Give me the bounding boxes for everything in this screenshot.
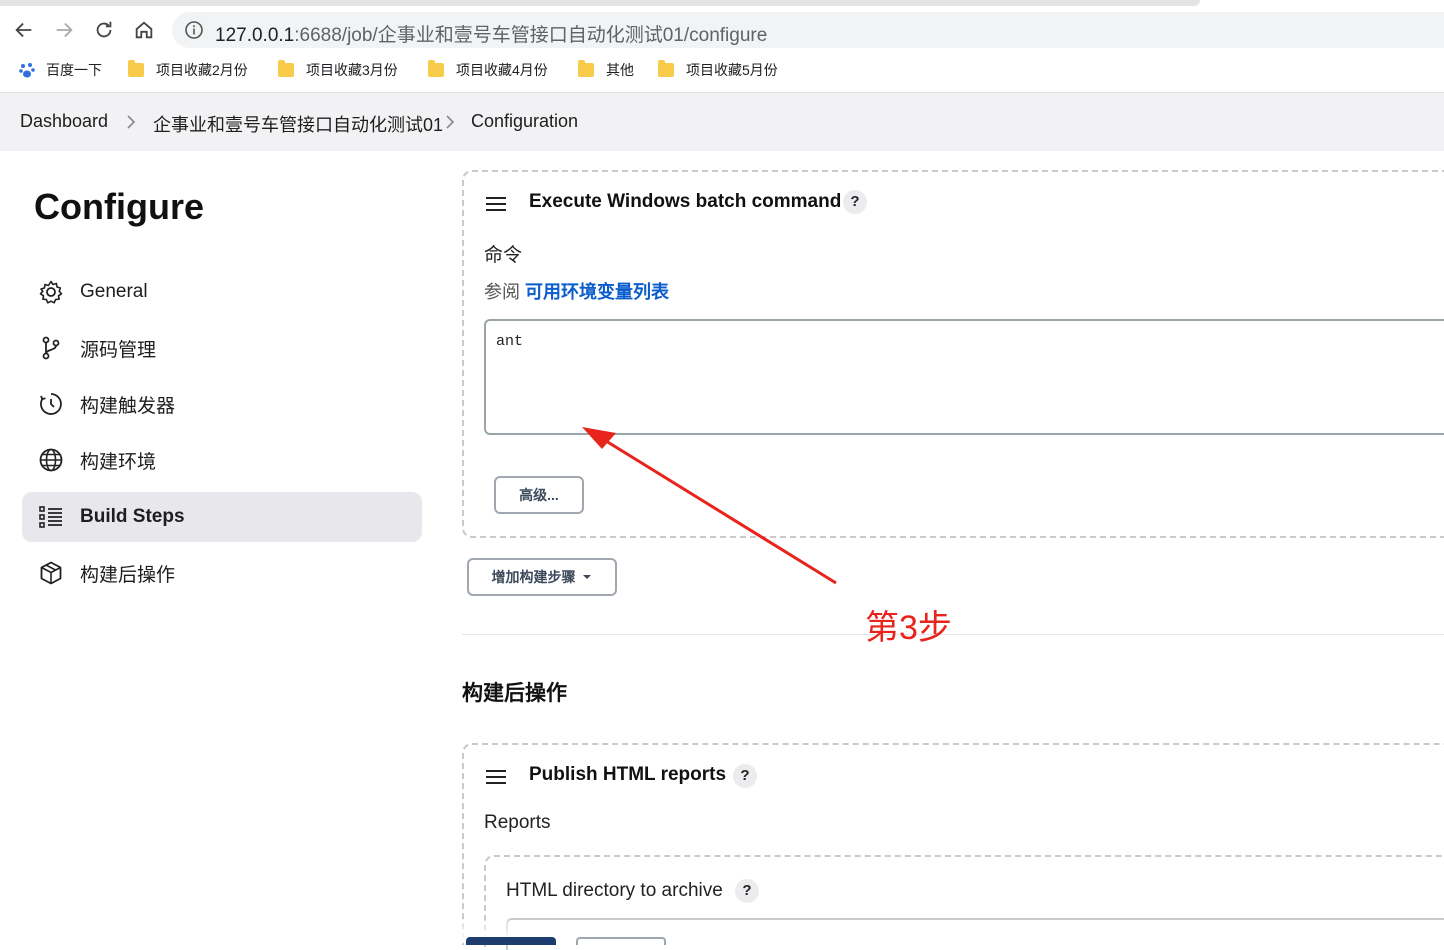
bookmarks-bar: 百度一下 项目收藏2月份 项目收藏3月份 项目收藏4月份 其他 项目收藏5月份 xyxy=(0,56,1444,86)
bookmark-folder[interactable]: 其他 xyxy=(578,60,634,80)
save-button[interactable] xyxy=(466,937,556,945)
reload-button[interactable] xyxy=(90,16,118,44)
globe-icon xyxy=(39,448,63,472)
html-directory-label: HTML directory to archive xyxy=(506,880,723,901)
back-button[interactable] xyxy=(10,16,38,44)
bookmark-folder[interactable]: 项目收藏4月份 xyxy=(428,60,548,80)
info-icon[interactable] xyxy=(184,20,204,40)
breadcrumb-dashboard[interactable]: Dashboard xyxy=(20,111,108,132)
post-build-section-title: 构建后操作 xyxy=(462,682,567,705)
branch-icon xyxy=(42,336,60,360)
timer-icon xyxy=(40,393,62,415)
bookmark-baidu[interactable]: 百度一下 xyxy=(18,60,102,80)
sidebar-item-build-environment[interactable]: 构建环境 xyxy=(22,435,422,485)
sidebar-item-post-build[interactable]: 构建后操作 xyxy=(22,548,422,598)
address-bar[interactable]: 127.0.0.1:6688/job/企事业和壹号车管接口自动化测试01/con… xyxy=(172,12,1444,48)
build-step-title: Execute Windows batch command xyxy=(529,191,842,212)
list-icon xyxy=(39,506,62,528)
apply-button[interactable] xyxy=(576,937,666,945)
page-title: Configure xyxy=(34,186,204,227)
reload-icon xyxy=(96,21,112,38)
tab-strip xyxy=(0,0,1200,6)
reports-label: Reports xyxy=(484,812,551,833)
folder-icon xyxy=(658,60,674,77)
help-icon[interactable]: ? xyxy=(843,190,867,214)
sidebar-item-source-control[interactable]: 源码管理 xyxy=(22,323,422,373)
folder-icon xyxy=(578,60,594,77)
drag-handle-icon[interactable] xyxy=(486,197,506,211)
url-text: 127.0.0.1:6688/job/企事业和壹号车管接口自动化测试01/con… xyxy=(215,25,768,46)
arrow-right-icon xyxy=(56,22,73,38)
annotation-label: 第3步 xyxy=(865,609,952,647)
chevron-right-icon xyxy=(446,115,455,129)
breadcrumb: Dashboard 企事业和壹号车管接口自动化测试01 Configuratio… xyxy=(0,92,1444,151)
home-button[interactable] xyxy=(130,16,158,44)
folder-icon xyxy=(428,60,444,77)
home-icon xyxy=(135,21,153,39)
publish-html-title: Publish HTML reports xyxy=(529,764,727,785)
command-textarea[interactable]: ant xyxy=(484,319,1444,435)
sidebar-item-build-steps[interactable]: Build Steps xyxy=(22,492,422,542)
gear-icon xyxy=(39,280,63,304)
forward-button[interactable] xyxy=(50,16,78,44)
sidebar-item-general[interactable]: General xyxy=(22,267,422,317)
bookmark-folder[interactable]: 项目收藏3月份 xyxy=(278,60,398,80)
package-icon xyxy=(40,561,62,585)
baidu-paw-icon xyxy=(19,63,35,78)
env-vars-link[interactable]: 可用环境变量列表 xyxy=(525,282,669,302)
drag-handle-icon[interactable] xyxy=(486,770,506,784)
caret-down-icon xyxy=(582,575,591,579)
add-build-step-button[interactable]: 增加构建步骤 xyxy=(467,558,617,596)
command-value: ant xyxy=(496,333,524,350)
bookmark-folder[interactable]: 项目收藏5月份 xyxy=(658,60,778,80)
breadcrumb-job[interactable]: 企事业和壹号车管接口自动化测试01 xyxy=(153,111,443,137)
browser-toolbar: 127.0.0.1:6688/job/企事业和壹号车管接口自动化测试01/con… xyxy=(0,8,1444,52)
help-icon[interactable]: ? xyxy=(733,764,757,788)
folder-icon xyxy=(278,60,294,77)
chevron-right-icon xyxy=(127,115,136,129)
sidebar-item-build-triggers[interactable]: 构建触发器 xyxy=(22,379,422,429)
help-icon[interactable]: ? xyxy=(735,879,759,903)
bookmark-folder[interactable]: 项目收藏2月份 xyxy=(128,60,248,80)
see-also-text: 参阅 可用环境变量列表 xyxy=(484,282,670,302)
arrow-left-icon xyxy=(15,22,32,38)
section-divider xyxy=(462,634,1444,635)
bottom-fade xyxy=(420,920,1444,941)
command-label: 命令 xyxy=(484,245,523,266)
folder-icon xyxy=(128,60,144,77)
breadcrumb-configuration[interactable]: Configuration xyxy=(471,111,578,132)
advanced-button[interactable]: 高级... xyxy=(494,476,584,514)
